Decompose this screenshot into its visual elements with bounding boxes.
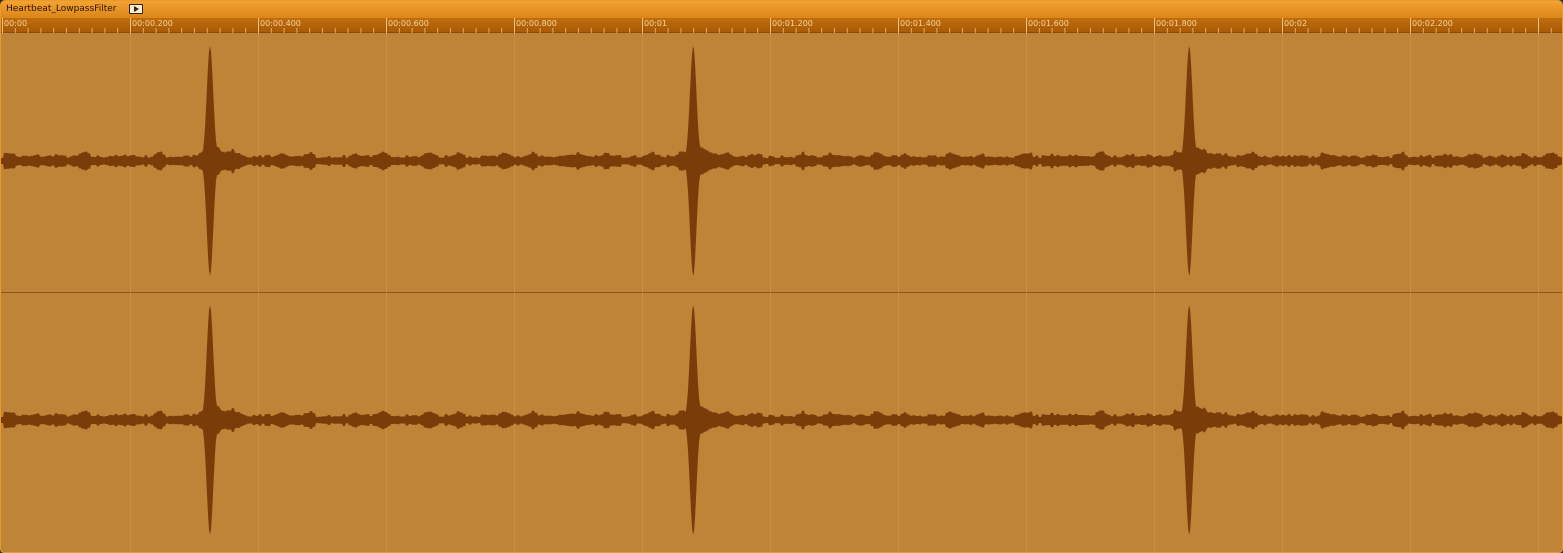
time-ruler-graphic: 00:00 00:00.200 00:00.400 00:00.600 00:00.80… [2,18,1552,33]
ruler-time-label: 00:00.400 [260,19,301,28]
ruler-time-label: 00:02.200 [1412,19,1453,28]
ruler-time-label: 00:01.200 [772,19,813,28]
waveform-display [1,33,1562,552]
ruler-time-label: 00:01.600 [1028,19,1069,28]
audio-region[interactable]: Heartbeat_LowpassFilter 00:00 00:00.200 00… [0,0,1563,553]
ruler-time-label: 00:02 [1284,19,1307,28]
time-ruler[interactable]: 00:00 00:00.200 00:00.400 00:00.600 00:00.80… [1,18,1562,33]
ruler-time-label: 00:01.800 [1156,19,1197,28]
region-name: Heartbeat_LowpassFilter [6,4,117,14]
waveform-channel-right [1,305,1562,535]
play-icon [134,6,139,12]
ruler-time-label: 00:01 [644,19,667,28]
play-button[interactable] [129,4,143,14]
ruler-time-label: 00:00.200 [132,19,173,28]
waveform-channel-left [1,46,1562,276]
region-header[interactable]: Heartbeat_LowpassFilter [1,1,1562,18]
ruler-time-label: 00:00 [4,19,27,28]
ruler-time-label: 00:01.400 [900,19,941,28]
waveform-area[interactable] [1,33,1562,552]
ruler-time-label: 00:00.600 [388,19,429,28]
ruler-time-label: 00:00.800 [516,19,557,28]
